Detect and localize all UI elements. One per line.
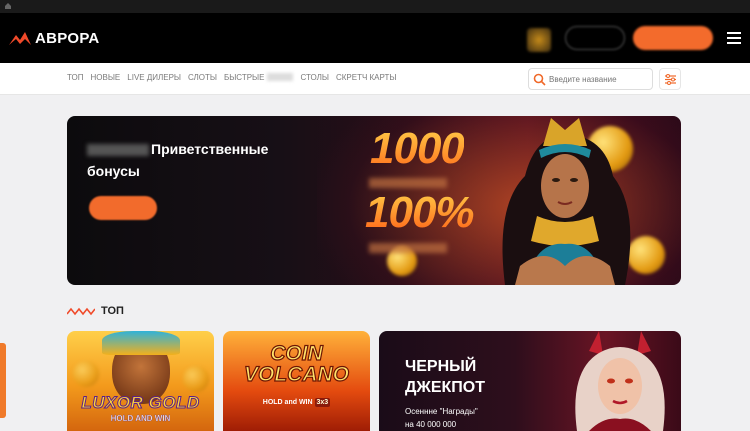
- banner-amount: 1000: [370, 124, 465, 173]
- zigzag-icon: [67, 307, 95, 316]
- egyptian-queen-illustration: [502, 118, 631, 285]
- search-icon: [533, 73, 546, 86]
- nav-item-new[interactable]: НОВЫЕ: [91, 73, 121, 82]
- banner-percent: 100%: [365, 188, 475, 237]
- logo-text: АВРОРА: [35, 29, 100, 47]
- nav-item-scratch[interactable]: СКРЕТЧ КАРТЫ: [336, 73, 397, 82]
- side-tab[interactable]: [0, 343, 6, 418]
- game-title: LUXOR GOLD: [81, 393, 200, 413]
- banner-title: Приветственные бонусы: [87, 141, 269, 179]
- filter-button[interactable]: [659, 68, 681, 90]
- nav-item-tables[interactable]: СТОЛЫ: [300, 73, 329, 82]
- nav-item-slots[interactable]: СЛОТЫ: [188, 73, 217, 82]
- promo-title: ЧЕРНЫЙ ДЖЕКПОТ: [405, 358, 486, 396]
- search-box: [528, 68, 653, 90]
- home-icon[interactable]: [4, 2, 12, 10]
- browser-strip: [0, 0, 750, 13]
- user-avatar[interactable]: [527, 28, 551, 52]
- game-card-luxor-gold[interactable]: LUXOR GOLD HOLD AND WIN: [67, 331, 214, 431]
- banner-cta-button[interactable]: [89, 196, 157, 220]
- game-title: COIN VOLCANO: [243, 342, 349, 386]
- promo-text: Осеннне "Награды" на 40 000 000: [405, 407, 478, 429]
- site-header: АВРОРА: [0, 13, 750, 63]
- logo[interactable]: АВРОРА: [8, 29, 99, 47]
- nav-item-fast[interactable]: БЫСТРЫЕ: [224, 73, 264, 82]
- register-button[interactable]: [633, 26, 713, 50]
- sliders-icon: [665, 74, 676, 85]
- nav-item-hidden: [267, 73, 294, 81]
- category-nav: ТОП НОВЫЕ LIVE ДИЛЕРЫ СЛОТЫ БЫСТРЫЕ СТОЛ…: [0, 63, 750, 95]
- menu-icon[interactable]: [727, 32, 741, 44]
- devil-girl-illustration: [575, 331, 665, 431]
- section-title: ТОП: [101, 305, 124, 317]
- login-button[interactable]: [565, 26, 625, 50]
- welcome-bonus-banner[interactable]: Приветственные бонусы 1000 100%: [67, 116, 681, 285]
- nav-item-live[interactable]: LIVE ДИЛЕРЫ: [127, 73, 181, 82]
- search-input[interactable]: [549, 72, 649, 87]
- promo-card-black-jackpot[interactable]: ЧЕРНЫЙ ДЖЕКПОТ Осеннне "Награды" на 40 0…: [379, 331, 681, 431]
- nav-item-top[interactable]: ТОП: [67, 73, 84, 82]
- section-header: ТОП: [67, 305, 124, 317]
- game-subtitle: HOLD and WIN 3x3: [262, 398, 331, 407]
- game-subtitle: HOLD AND WIN: [110, 414, 171, 423]
- game-card-coin-volcano[interactable]: COIN VOLCANO HOLD and WIN 3x3: [223, 331, 370, 431]
- logo-icon: [9, 32, 31, 45]
